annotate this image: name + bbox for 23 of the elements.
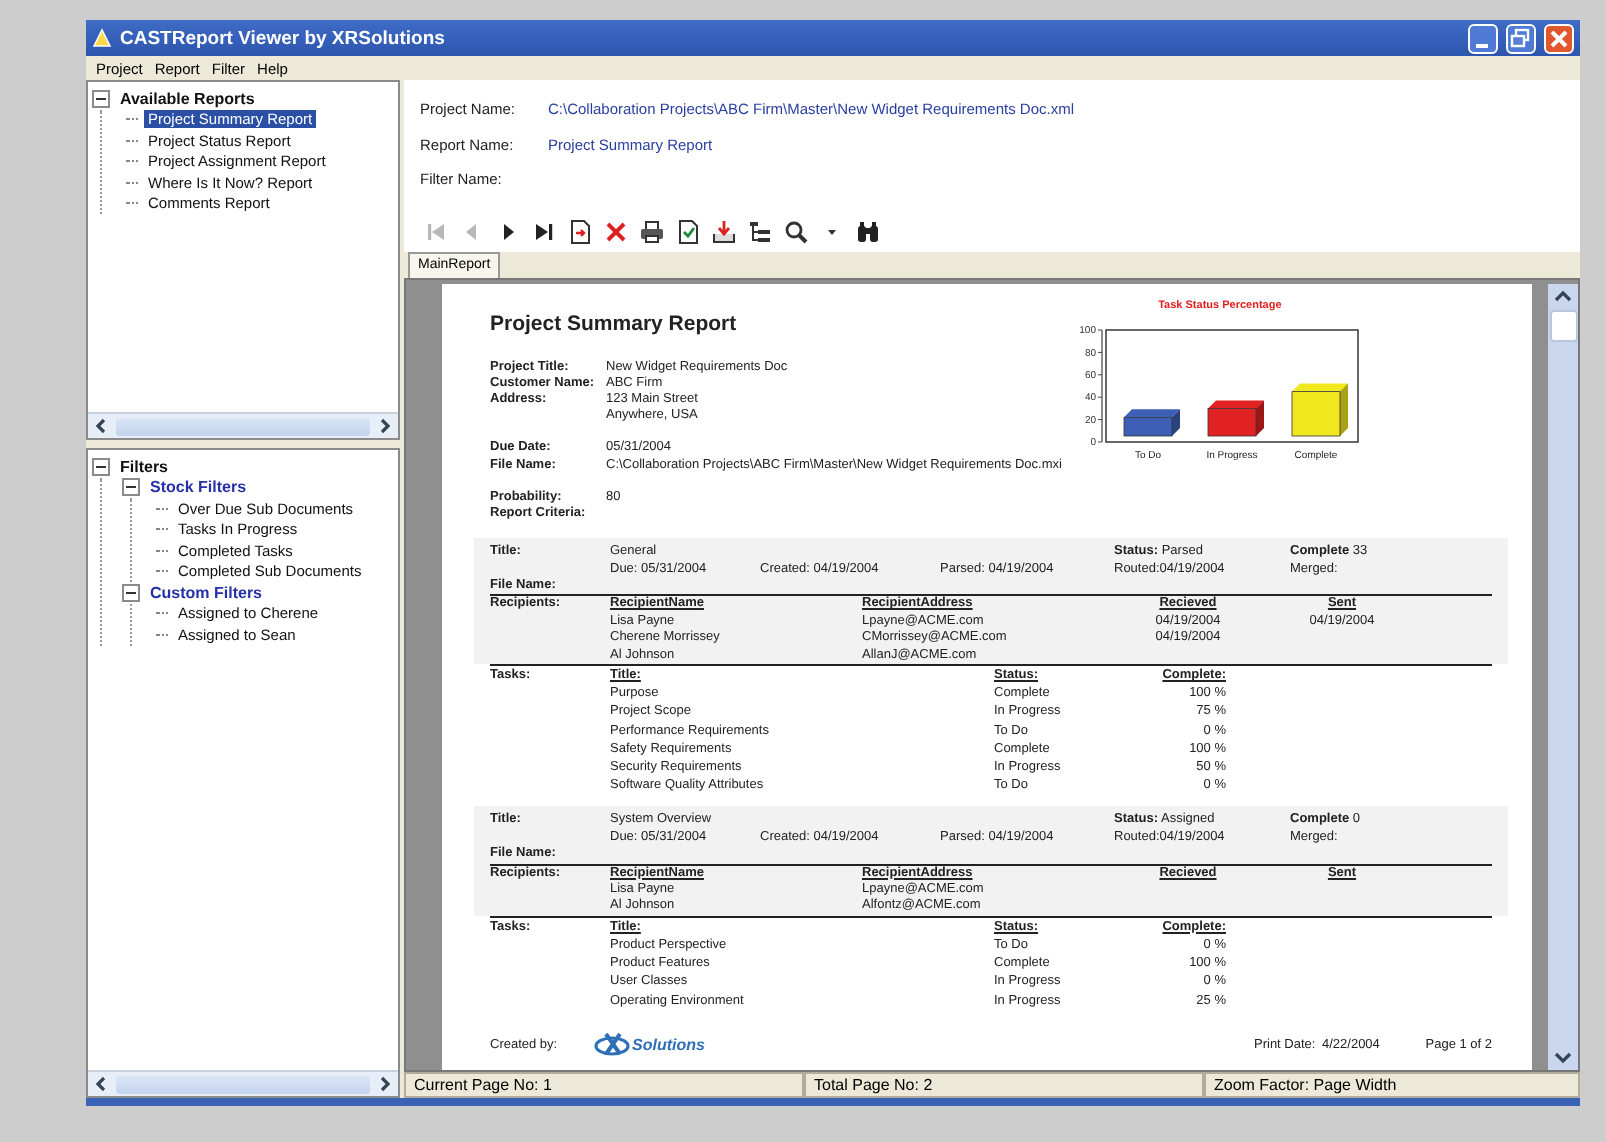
collapse-icon[interactable] [122, 478, 140, 497]
collapse-icon[interactable] [92, 457, 110, 476]
logo-icon [594, 1030, 630, 1058]
status-text: Zoom Factor: Page Width [1204, 1072, 1580, 1098]
tree-item[interactable]: Available Reports [116, 89, 259, 108]
collapse-icon[interactable] [92, 89, 110, 108]
collapse-icon[interactable] [122, 583, 140, 602]
app-icon [92, 28, 112, 48]
tree-item[interactable]: Stock Filters [146, 478, 251, 497]
tree-item[interactable]: Filters [116, 457, 173, 476]
scroll-thumb[interactable] [116, 1075, 370, 1093]
scroll-thumb[interactable] [116, 417, 370, 435]
scroll-thumb[interactable] [1549, 309, 1577, 341]
window-title: CASTReport Viewer by XRSolutions [120, 27, 445, 49]
status-text: Current Page No: 1 [404, 1072, 804, 1098]
report-title: Project Summary Report [490, 311, 739, 335]
status-text: Total Page No: 2 [804, 1072, 1204, 1098]
horizontal-scrollbar[interactable] [88, 412, 398, 438]
logo-text: Solutions [632, 1035, 705, 1053]
horizontal-scrollbar[interactable] [88, 1070, 398, 1096]
tree-item[interactable]: Custom Filters [146, 583, 267, 602]
vertical-scrollbar[interactable] [1548, 283, 1578, 1070]
y-axis [1097, 328, 1103, 442]
